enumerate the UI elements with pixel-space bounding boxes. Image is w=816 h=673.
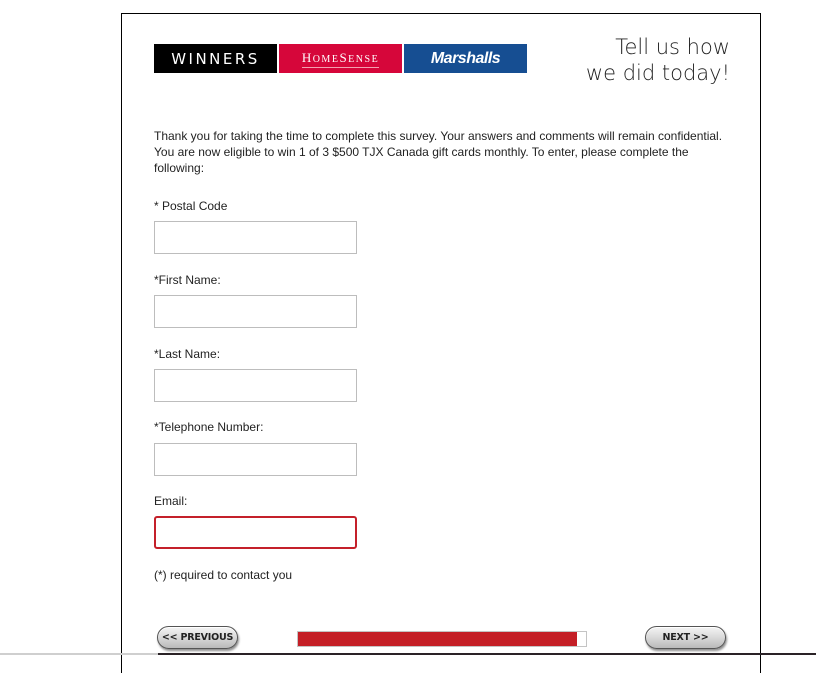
next-button[interactable]: NEXT >>	[645, 626, 726, 649]
progress-bar-fill	[298, 632, 578, 646]
previous-button[interactable]: << PREVIOUS	[157, 626, 238, 649]
homesense-logo: HOMESENSE	[279, 44, 402, 73]
last-name-input[interactable]	[154, 369, 357, 402]
first-name-input[interactable]	[154, 295, 357, 328]
telephone-input[interactable]	[154, 443, 357, 476]
tagline-line-2: we did today!	[585, 61, 730, 85]
tagline-line-1: Tell us how	[615, 35, 730, 59]
homesense-s: S	[339, 49, 349, 65]
homesense-h: H	[301, 49, 313, 65]
first-name-label: *First Name:	[154, 273, 221, 287]
email-input[interactable]	[154, 516, 357, 549]
marshalls-logo: Marshalls	[404, 44, 527, 73]
marshalls-logo-text: Marshalls	[430, 49, 501, 67]
postal-code-label: * Postal Code	[154, 199, 228, 213]
required-note: (*) required to contact you	[154, 568, 293, 582]
homesense-logo-text: HOMESENSE	[301, 49, 380, 68]
homesense-ome: OME	[312, 53, 340, 65]
email-label: Email:	[154, 494, 188, 508]
last-name-label: *Last Name:	[154, 347, 221, 361]
homesense-ense: ENSE	[348, 53, 380, 65]
tagline: Tell us how we did today!	[586, 34, 730, 86]
postal-code-input[interactable]	[154, 221, 357, 254]
intro-text: Thank you for taking the time to complet…	[154, 129, 723, 175]
winners-logo: WINNERS	[154, 44, 277, 73]
winners-logo-text: WINNERS	[171, 49, 260, 68]
progress-bar	[297, 631, 587, 647]
telephone-label: *Telephone Number:	[154, 420, 264, 434]
